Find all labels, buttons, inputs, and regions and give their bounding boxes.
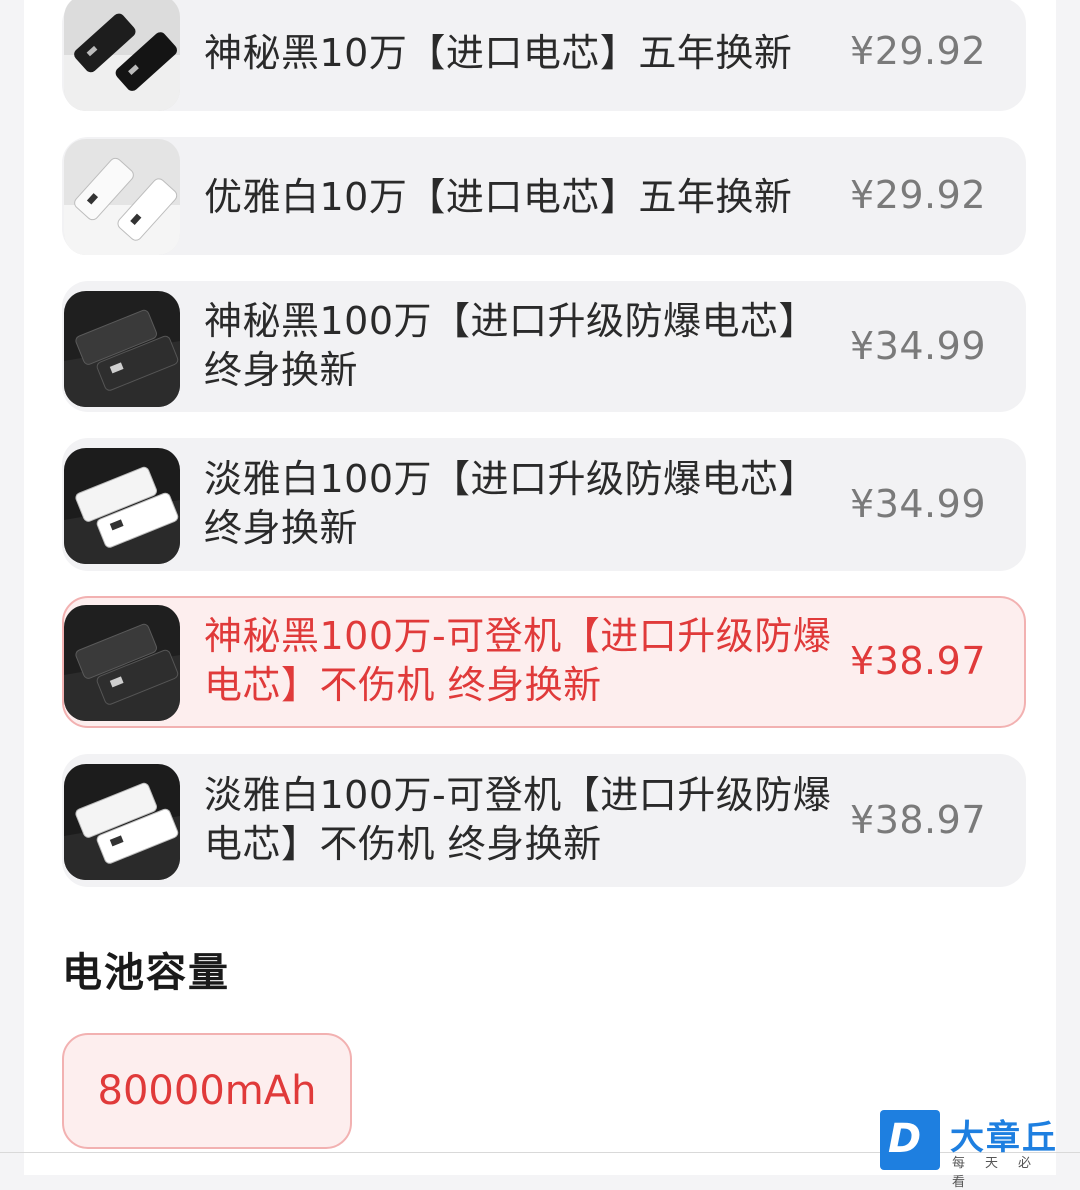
variant-price: ¥38.97	[850, 639, 986, 683]
variant-price: ¥34.99	[850, 482, 986, 526]
product-thumbnail-black	[64, 605, 180, 721]
watermark-logo-icon: D	[880, 1110, 940, 1170]
variant-name: 神秘黑100万-可登机【进口升级防爆电芯】不伤机 终身换新	[204, 614, 832, 707]
variant-name: 淡雅白100万【进口升级防爆电芯】终身换新	[204, 457, 818, 550]
variant-price: ¥29.92	[850, 29, 986, 73]
watermark-logo-letter: D	[888, 1116, 922, 1162]
variant-name: 神秘黑100万【进口升级防爆电芯】终身换新	[204, 299, 818, 392]
variant-price: ¥29.92	[850, 173, 986, 217]
product-thumbnail-white	[64, 139, 180, 255]
battery-capacity-heading: 电池容量	[62, 950, 230, 996]
variant-name: 淡雅白100万-可登机【进口升级防爆电芯】不伤机 终身换新	[204, 773, 832, 866]
product-thumbnail-black	[64, 291, 180, 407]
variant-name: 神秘黑10万【进口电芯】五年换新	[204, 31, 793, 75]
variant-option[interactable]: 淡雅白100万-可登机【进口升级防爆电芯】不伤机 终身换新 ¥38.97	[62, 754, 1026, 887]
product-thumbnail-black	[64, 0, 180, 111]
product-thumbnail-white	[64, 764, 180, 880]
capacity-option-selected[interactable]: 80000mAh	[62, 1033, 352, 1149]
variant-name: 优雅白10万【进口电芯】五年换新	[204, 175, 793, 219]
watermark: D 大章丘 每天必看	[880, 1110, 1080, 1190]
variant-option[interactable]: 淡雅白100万【进口升级防爆电芯】终身换新 ¥34.99	[62, 438, 1026, 571]
variant-option[interactable]: 优雅白10万【进口电芯】五年换新 ¥29.92	[62, 137, 1026, 255]
variant-price: ¥38.97	[850, 798, 986, 842]
variant-option[interactable]: 神秘黑100万【进口升级防爆电芯】终身换新 ¥34.99	[62, 281, 1026, 412]
variant-option[interactable]: 神秘黑10万【进口电芯】五年换新 ¥29.92	[62, 0, 1026, 111]
variant-price: ¥34.99	[850, 324, 986, 368]
watermark-slogan: 每天必看	[952, 1156, 1052, 1190]
product-thumbnail-white	[64, 448, 180, 564]
variant-option-selected[interactable]: 神秘黑100万-可登机【进口升级防爆电芯】不伤机 终身换新 ¥38.97	[62, 596, 1026, 728]
